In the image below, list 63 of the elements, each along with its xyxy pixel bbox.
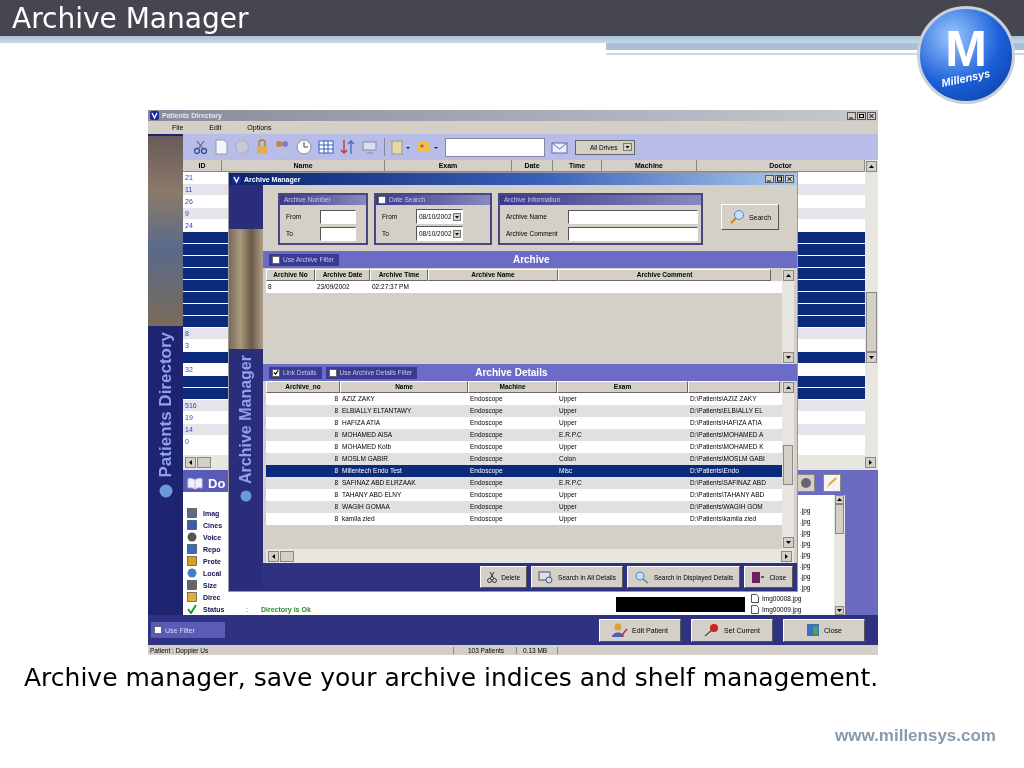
column-header[interactable] xyxy=(688,381,780,393)
side-label: Patients Directory xyxy=(155,332,176,478)
input-field[interactable] xyxy=(320,209,356,224)
caret-icon xyxy=(452,229,461,238)
slide-title: Archive Manager xyxy=(12,1,249,35)
search-field[interactable] xyxy=(445,137,545,157)
section-title: Archive xyxy=(512,254,550,265)
door-icon xyxy=(751,570,766,584)
circle-icon xyxy=(240,489,252,502)
scrollbar[interactable] xyxy=(865,160,878,455)
person-icon xyxy=(612,623,629,637)
circle-icon xyxy=(158,483,173,498)
up-arrow-icon[interactable] xyxy=(835,495,844,504)
app-icon xyxy=(150,111,159,120)
door-icon xyxy=(806,623,821,637)
input-field[interactable] xyxy=(568,209,698,224)
clipboard-icon[interactable] xyxy=(391,139,411,155)
clock-icon[interactable] xyxy=(296,139,312,155)
input-field[interactable] xyxy=(568,226,698,241)
scrollbar-thumb[interactable] xyxy=(783,445,793,485)
scrollbar-thumb[interactable] xyxy=(280,550,294,562)
maximize-icon[interactable] xyxy=(775,175,784,183)
section-title: Archive Details xyxy=(475,367,548,378)
pencil-icon[interactable] xyxy=(823,473,841,492)
scrollbar-thumb[interactable] xyxy=(835,504,844,534)
sort-icon[interactable] xyxy=(340,139,356,155)
checkbox[interactable] xyxy=(328,368,337,377)
scrollbar[interactable] xyxy=(834,495,845,615)
caret-icon xyxy=(452,212,461,221)
magnifier-icon xyxy=(728,209,745,225)
slide-caption: Archive manager, save your archive indices and shelf management. xyxy=(24,663,879,692)
panel-title: Do xyxy=(208,475,226,491)
palette-icon[interactable] xyxy=(417,139,439,155)
checkbox[interactable] xyxy=(272,368,280,377)
caret-icon xyxy=(623,143,633,151)
disc-icon xyxy=(187,532,197,542)
envelope-icon[interactable] xyxy=(551,139,569,155)
minimize-icon[interactable] xyxy=(765,175,774,183)
minimize-icon[interactable] xyxy=(847,111,856,120)
scrollbar-thumb[interactable] xyxy=(197,457,211,468)
grid-icon[interactable] xyxy=(318,139,334,155)
checkbox[interactable] xyxy=(154,626,162,634)
scissors-icon xyxy=(487,571,498,583)
close-icon[interactable] xyxy=(785,175,794,183)
restore-icon[interactable] xyxy=(857,111,866,120)
input-field[interactable] xyxy=(320,226,356,241)
magnifier-icon xyxy=(633,570,650,584)
pushpin-icon xyxy=(704,623,721,637)
close-icon[interactable] xyxy=(867,111,876,120)
box-icon xyxy=(187,580,197,590)
side-label: Archive Manager xyxy=(237,355,255,484)
scrollbar[interactable] xyxy=(782,381,794,549)
book-icon xyxy=(187,476,203,490)
checkbox[interactable] xyxy=(272,255,280,264)
down-arrow-icon[interactable] xyxy=(835,606,844,615)
scissors-icon[interactable] xyxy=(193,139,209,155)
monitor-icon xyxy=(538,570,555,584)
checkbox[interactable] xyxy=(378,196,386,204)
check-icon xyxy=(187,604,197,614)
scrollbar-thumb[interactable] xyxy=(866,292,877,352)
scrollbar[interactable] xyxy=(266,549,794,563)
scrollbar[interactable] xyxy=(782,269,794,364)
app-icon xyxy=(232,174,241,184)
